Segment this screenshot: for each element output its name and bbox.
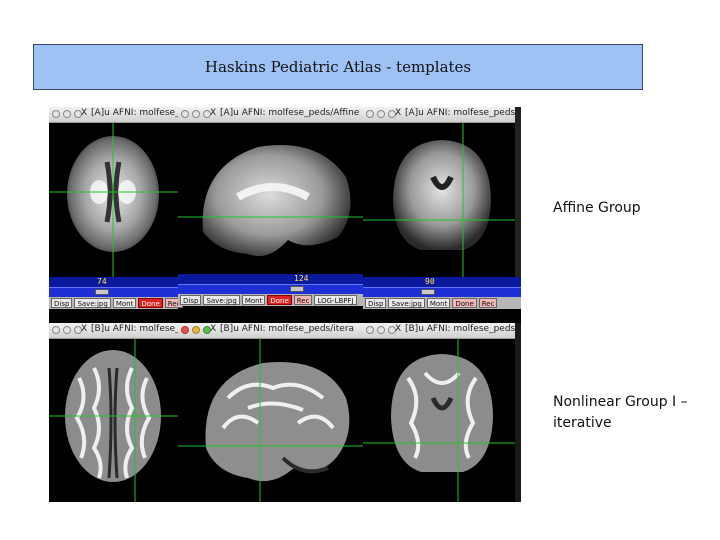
- mont-button[interactable]: Mont: [241, 295, 266, 305]
- afni-side-strip: [515, 323, 521, 502]
- x11-icon: X: [395, 108, 402, 118]
- nonlinear-group-label: Nonlinear Group I – iterative: [553, 394, 688, 431]
- mont-button[interactable]: Mont: [426, 298, 451, 308]
- coronal-nonlinear-image[interactable]: [363, 338, 521, 502]
- sagittal-affine-window: X [A]u AFNI: molfese_peds/Affine: [178, 107, 363, 277]
- rec-button[interactable]: Rec: [478, 298, 498, 308]
- x11-icon: X: [81, 324, 88, 334]
- close-icon[interactable]: [52, 110, 60, 118]
- image-button-row-mid: Disp Save:jpg Mont Done Rec LOG-LBPFJ: [178, 294, 363, 306]
- coronal-affine-window: X [A]u AFNI: molfese_peds: [363, 107, 521, 277]
- window-title: [B]u AFNI: molfese_peds.: [405, 324, 519, 334]
- image-button-row-left: Disp Save:jpg Mont Done Rec: [49, 297, 184, 309]
- sagittal-nonlinear-window: X [B]u AFNI: molfese_peds/itera: [178, 323, 363, 502]
- slice-number-mid: 124: [178, 274, 363, 284]
- minimize-icon[interactable]: [192, 110, 200, 118]
- disp-button[interactable]: Disp: [365, 298, 387, 308]
- extra-control[interactable]: LOG-LBPFJ: [314, 295, 357, 305]
- x11-icon: X: [395, 324, 402, 334]
- save-button[interactable]: Save:jpg: [388, 298, 425, 308]
- x11-icon: X: [81, 108, 88, 118]
- window-title: [B]u AFNI: molfese_: [91, 324, 178, 334]
- slide-title-box: Haskins Pediatric Atlas - templates: [33, 44, 643, 90]
- close-icon[interactable]: [52, 326, 60, 334]
- slice-number-left: 74: [49, 277, 178, 287]
- minimize-icon[interactable]: [63, 110, 71, 118]
- slider-thumb[interactable]: [290, 286, 304, 292]
- window-titlebar: X [A]u AFNI: molfese_peds/Affine: [178, 107, 363, 123]
- x11-icon: X: [210, 324, 217, 334]
- slider-thumb[interactable]: [95, 289, 109, 295]
- minimize-icon[interactable]: [377, 110, 385, 118]
- axial-nonlinear-image[interactable]: [49, 338, 178, 502]
- disp-button[interactable]: Disp: [180, 295, 202, 305]
- window-titlebar: X [A]u AFNI: molfese_peds: [363, 107, 521, 123]
- done-button[interactable]: Done: [267, 295, 292, 305]
- image-button-row-right: Disp Save:jpg Mont Done Rec: [363, 297, 521, 309]
- window-title: [A]u AFNI: molfese_peds/Affine: [220, 108, 360, 118]
- done-button[interactable]: Done: [452, 298, 477, 308]
- coronal-nonlinear-window: X [B]u AFNI: molfese_peds.: [363, 323, 521, 502]
- axial-nonlinear-window: X [B]u AFNI: molfese_: [49, 323, 178, 502]
- save-button[interactable]: Save:jpg: [74, 298, 111, 308]
- coronal-affine-image[interactable]: [363, 122, 521, 277]
- rec-button[interactable]: Rec: [293, 295, 313, 305]
- sagittal-nonlinear-image[interactable]: [178, 338, 363, 502]
- slice-slider-left[interactable]: [49, 287, 178, 297]
- disp-button[interactable]: Disp: [51, 298, 73, 308]
- window-titlebar: X [A]u AFNI: molfese_: [49, 107, 178, 123]
- x11-icon: X: [210, 108, 217, 118]
- minimize-icon[interactable]: [377, 326, 385, 334]
- close-icon[interactable]: [181, 326, 189, 334]
- close-icon[interactable]: [366, 326, 374, 334]
- sagittal-affine-image[interactable]: [178, 122, 363, 277]
- slider-thumb[interactable]: [421, 289, 435, 295]
- save-button[interactable]: Save:jpg: [203, 295, 240, 305]
- slice-slider-right[interactable]: [363, 287, 521, 297]
- slice-number-right: 90: [363, 277, 521, 287]
- close-icon[interactable]: [366, 110, 374, 118]
- afni-side-strip: [515, 107, 521, 277]
- window-titlebar: X [B]u AFNI: molfese_: [49, 323, 178, 339]
- afni-screenshot-collage: X [A]u AFNI: molfese_ X [A]u AFNI: molfe…: [49, 107, 521, 502]
- mont-button[interactable]: Mont: [112, 298, 137, 308]
- affine-group-label: Affine Group: [553, 200, 641, 216]
- minimize-icon[interactable]: [63, 326, 71, 334]
- window-title: [A]u AFNI: molfese_: [91, 108, 178, 118]
- window-title: [B]u AFNI: molfese_peds/itera: [220, 324, 355, 334]
- window-titlebar: X [B]u AFNI: molfese_peds/itera: [178, 323, 363, 339]
- slice-slider-mid[interactable]: [178, 284, 363, 294]
- done-button[interactable]: Done: [138, 298, 163, 308]
- close-icon[interactable]: [181, 110, 189, 118]
- minimize-icon[interactable]: [192, 326, 200, 334]
- slide-title: Haskins Pediatric Atlas - templates: [204, 58, 472, 76]
- axial-affine-window: X [A]u AFNI: molfese_: [49, 107, 178, 277]
- window-titlebar: X [B]u AFNI: molfese_peds.: [363, 323, 521, 339]
- window-title: [A]u AFNI: molfese_peds: [405, 108, 516, 118]
- axial-affine-image[interactable]: [49, 122, 178, 277]
